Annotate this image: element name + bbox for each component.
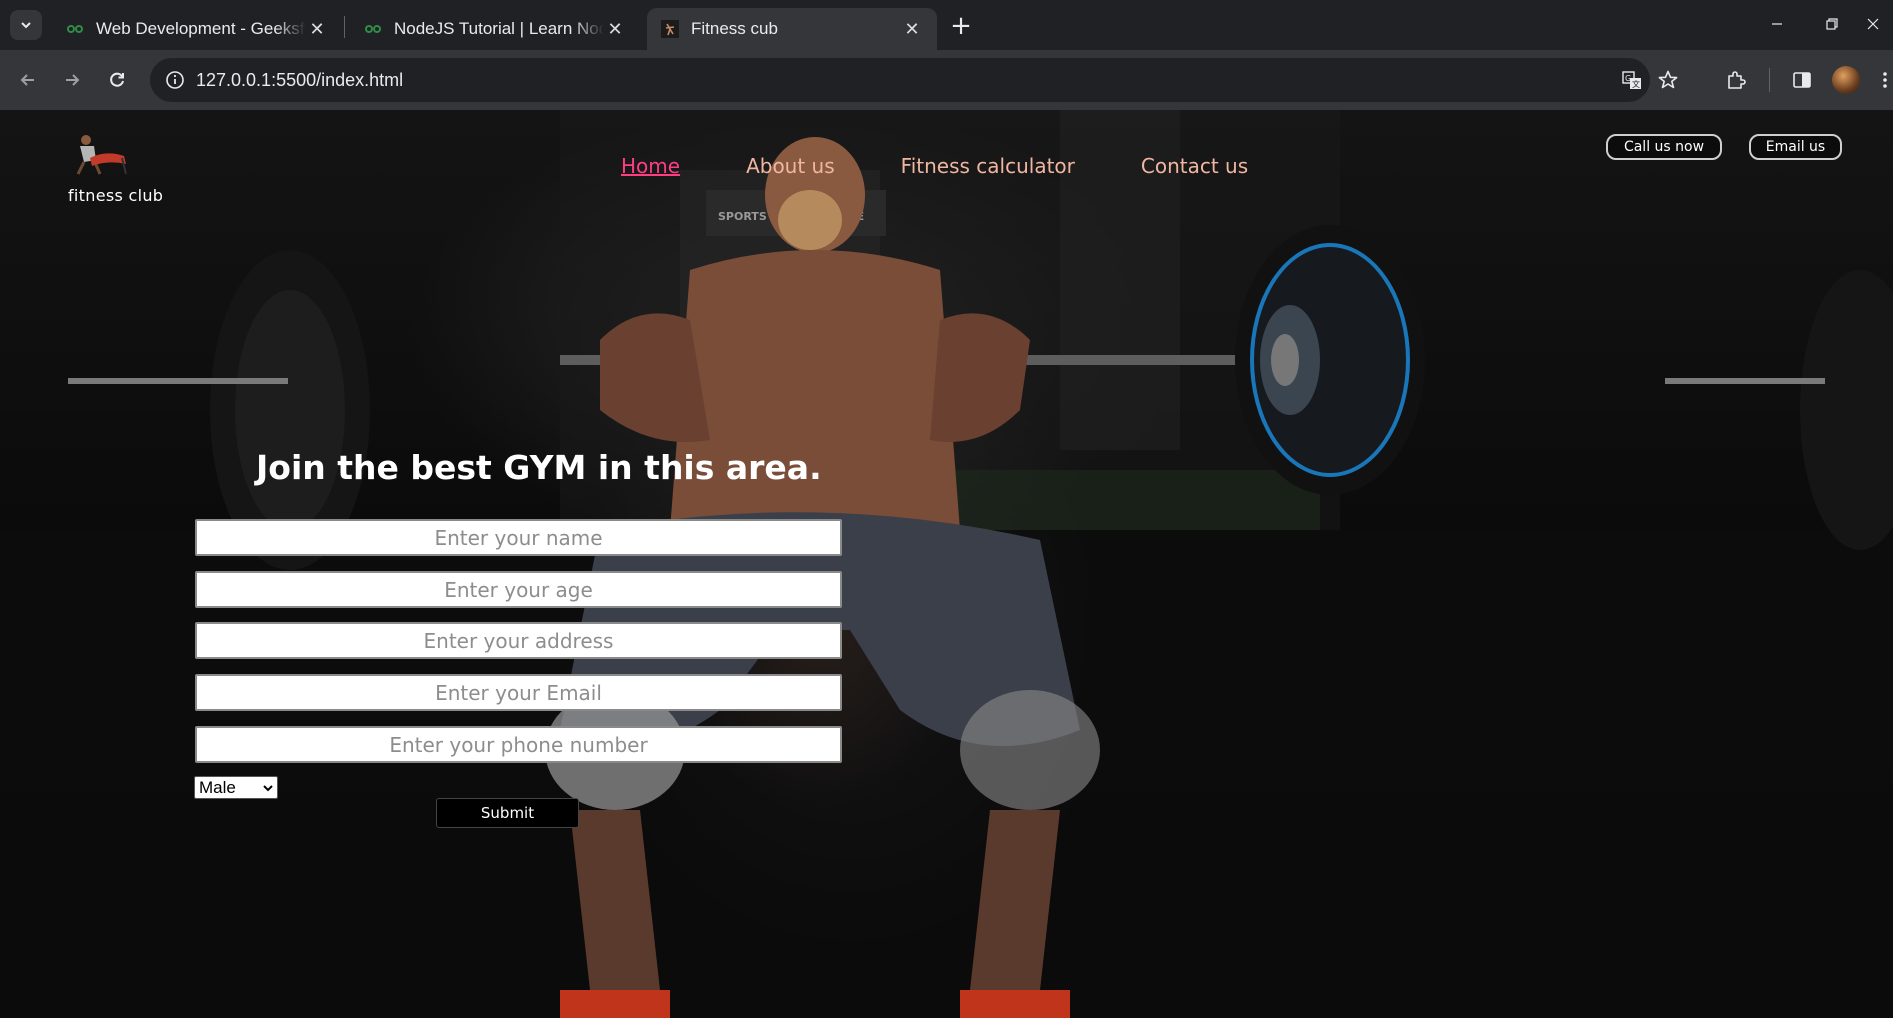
close-tab-icon[interactable]: ✕	[604, 18, 626, 40]
nav-contact-us[interactable]: Contact us	[1141, 154, 1248, 184]
hero-headline: Join the best GYM in this area.	[256, 448, 822, 487]
close-icon	[1867, 18, 1879, 30]
close-tab-icon[interactable]: ✕	[306, 18, 328, 40]
phone-input[interactable]	[195, 726, 842, 763]
nav-about-us[interactable]: About us	[746, 154, 835, 184]
address-input[interactable]	[195, 622, 842, 659]
reload-icon	[110, 72, 124, 87]
more-menu-icon[interactable]	[1876, 66, 1893, 94]
tab-title: Fitness cub	[691, 19, 778, 38]
name-input[interactable]	[195, 519, 842, 556]
reload-button[interactable]	[101, 64, 133, 96]
tab-search-button[interactable]	[10, 10, 42, 40]
submit-button[interactable]: Submit	[436, 798, 579, 828]
tab-title: Web Development - GeeksforGeeks	[96, 19, 306, 38]
forward-button[interactable]	[56, 64, 88, 96]
tab-title: NodeJS Tutorial | Learn NodeJS	[394, 19, 604, 38]
bookmark-star-icon[interactable]	[1656, 68, 1680, 92]
fitness-logo-icon[interactable]	[66, 134, 130, 178]
translate-icon[interactable]: G文	[1620, 68, 1644, 92]
geeksforgeeks-icon	[66, 20, 84, 38]
email-input[interactable]	[195, 674, 842, 711]
back-button[interactable]	[12, 64, 44, 96]
toolbar-divider	[1769, 68, 1770, 92]
restore-icon	[1826, 18, 1838, 30]
email-us-button[interactable]: Email us	[1749, 134, 1842, 160]
tab-fitness-cub[interactable]: Fitness cub ✕	[647, 8, 937, 50]
fitness-page: SPORTS PERFORMANCE f	[0, 110, 1893, 1018]
new-tab-button[interactable]: +	[946, 11, 976, 41]
address-bar[interactable]: 127.0.0.1:5500/index.html G文	[150, 58, 1678, 102]
tab-geeksforgeeks-webdev[interactable]: Web Development - GeeksforGeeks ✕	[52, 8, 342, 50]
age-input[interactable]	[195, 571, 842, 608]
browser-tabstrip: Web Development - GeeksforGeeks ✕ NodeJS…	[0, 0, 1893, 50]
close-window-button[interactable]	[1853, 8, 1893, 40]
chevron-down-icon	[259, 779, 277, 797]
side-panel-icon[interactable]	[1788, 66, 1816, 94]
nav-home[interactable]: Home	[621, 154, 680, 184]
restore-button[interactable]	[1812, 8, 1852, 40]
extensions-icon[interactable]	[1722, 66, 1750, 94]
tab-separator	[344, 16, 345, 38]
profile-avatar[interactable]	[1832, 66, 1860, 94]
close-tab-icon[interactable]: ✕	[901, 18, 923, 40]
minimize-icon	[1772, 23, 1782, 25]
call-us-button[interactable]: Call us now	[1606, 134, 1722, 160]
chevron-down-icon	[21, 22, 31, 29]
browser-toolbar: 127.0.0.1:5500/index.html G文	[0, 50, 1893, 110]
hero-background-image: SPORTS PERFORMANCE	[0, 110, 1893, 1018]
tab-nodejs-tutorial[interactable]: NodeJS Tutorial | Learn NodeJS ✕	[350, 8, 640, 50]
svg-text:文: 文	[1632, 79, 1640, 89]
gender-select[interactable]: Male	[194, 776, 278, 799]
fitness-site-icon	[661, 20, 679, 38]
minimize-button[interactable]	[1757, 8, 1797, 40]
url-text[interactable]: 127.0.0.1:5500/index.html	[196, 58, 403, 102]
main-nav: Home About us Fitness calculator Contact…	[621, 154, 1314, 184]
geeksforgeeks-icon	[364, 20, 382, 38]
brand-name[interactable]: fitness club	[68, 186, 163, 205]
arrow-right-icon	[66, 74, 80, 86]
gender-select-value: Male	[199, 777, 236, 797]
site-info-icon[interactable]	[164, 69, 186, 91]
nav-fitness-calculator[interactable]: Fitness calculator	[901, 154, 1075, 184]
arrow-left-icon	[20, 74, 34, 86]
